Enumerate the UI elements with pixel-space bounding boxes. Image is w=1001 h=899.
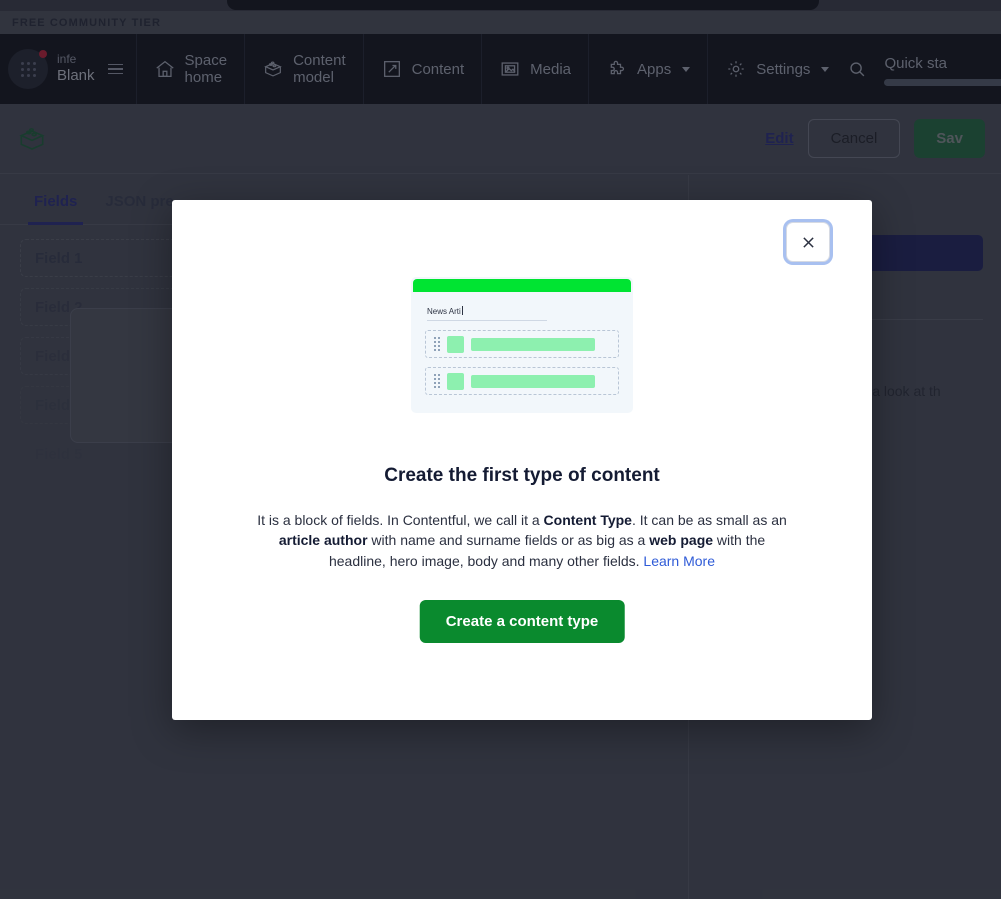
create-content-type-button[interactable]: Create a content type xyxy=(419,600,625,643)
modal-body-bold-web-page: web page xyxy=(649,532,714,549)
modal-body-segment-3: with name and surname fields or as big a… xyxy=(367,532,650,549)
modal-title: Create the first type of content xyxy=(384,465,660,486)
illustration-field-bar xyxy=(471,337,595,351)
modal-body-bold-article-author: article author xyxy=(278,532,368,549)
onboarding-modal: News Arti Create the first type of conte… xyxy=(172,200,872,720)
illustration-field-row xyxy=(425,330,619,358)
modal-body-segment-1: It is a block of fields. In Contentful, … xyxy=(257,512,544,528)
app-root: FREE COMMUNITY TIER infe Blank Space hom… xyxy=(0,0,1001,899)
illustration-field-bar xyxy=(471,374,595,388)
illustration-field-icon xyxy=(447,372,464,390)
illustration-input-underline xyxy=(427,320,547,321)
close-icon xyxy=(802,236,814,248)
modal-body-text: It is a block of fields. In Contentful, … xyxy=(252,510,792,571)
drag-handle-icon xyxy=(434,374,440,388)
illustration-field-row xyxy=(425,367,619,395)
learn-more-link[interactable]: Learn More xyxy=(643,553,715,569)
text-cursor-icon xyxy=(461,306,463,315)
illustration-header-bar xyxy=(413,279,631,292)
modal-body-segment-2: . It can be as small as an xyxy=(631,512,787,528)
drag-handle-icon xyxy=(434,337,440,351)
content-type-illustration: News Arti xyxy=(411,277,633,413)
illustration-field-icon xyxy=(447,335,464,353)
close-button[interactable] xyxy=(786,222,830,262)
illustration-title-input: News Arti xyxy=(427,306,617,316)
illustration-title-text: News Arti xyxy=(427,307,461,316)
modal-body-bold-content-type: Content Type xyxy=(543,512,632,528)
